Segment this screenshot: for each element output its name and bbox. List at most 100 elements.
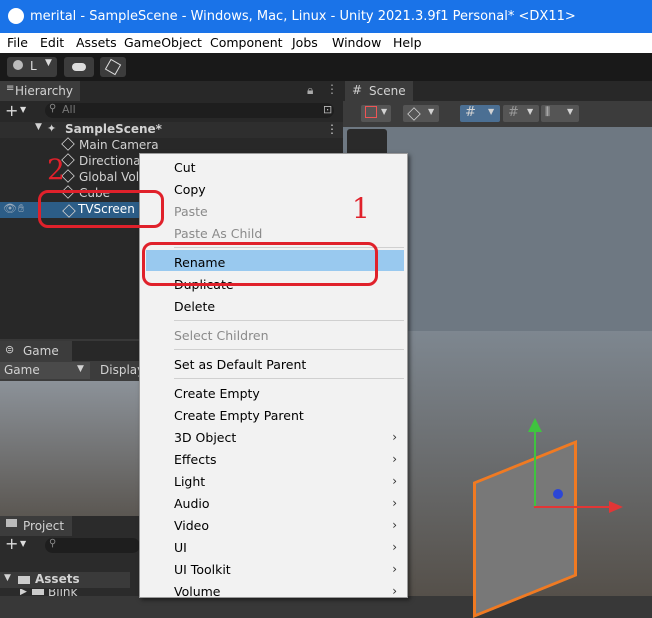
menu-item-ui[interactable]: UI [174, 540, 187, 555]
account-dropdown[interactable]: L ▼ [7, 57, 57, 77]
list-icon: ≡ [6, 83, 15, 94]
draw-mode-dropdown[interactable]: ▼ [361, 105, 391, 122]
tab-project[interactable]: Project [0, 516, 72, 536]
add-icon[interactable]: + [5, 534, 18, 553]
item-label: Main Camera [79, 138, 159, 152]
visibility-eye-icon[interactable]: 👁︎ [3, 202, 17, 215]
main-toolbar: L ▼ [0, 53, 652, 81]
unity-scene-icon: ✦ [47, 122, 57, 135]
menu-file[interactable]: File [7, 35, 28, 50]
pickable-hand-icon[interactable]: ✋︎ [18, 202, 24, 216]
chevron-down-icon: ▼ [567, 107, 574, 116]
menu-item-create-empty-parent[interactable]: Create Empty Parent [174, 408, 304, 423]
menu-item-3d-object[interactable]: 3D Object [174, 430, 236, 445]
menu-item-create-empty[interactable]: Create Empty [174, 386, 260, 401]
chevron-down-icon: ▼ [45, 58, 52, 68]
menu-item-paste-as-child: Paste As Child [174, 226, 263, 241]
game-view-select[interactable]: Game ▼ [0, 362, 90, 379]
submenu-arrow-icon: › [392, 430, 397, 444]
grid-icon: # [352, 83, 363, 97]
menu-gameobject[interactable]: GameObject [124, 35, 202, 50]
cube-icon [407, 107, 421, 121]
x-axis-gizmo[interactable] [534, 506, 614, 508]
menu-item-set-default-parent[interactable]: Set as Default Parent [174, 357, 306, 372]
menu-item-video[interactable]: Video [174, 518, 209, 533]
annotation-box-rename [142, 242, 378, 286]
menu-item-audio[interactable]: Audio [174, 496, 210, 511]
scene-toolbar: ▼ ▼ # ▼ # ▼ ⫼ ▼ [343, 101, 652, 127]
menu-item-light[interactable]: Light [174, 474, 205, 489]
tree-item-global-volume[interactable]: Global Volu [61, 169, 147, 186]
submenu-arrow-icon: › [392, 474, 397, 488]
game-select-label: Game [4, 363, 40, 377]
window-title: merital - SampleScene - Windows, Mac, Li… [30, 9, 576, 24]
expand-arrow-icon[interactable]: ▼ [35, 122, 42, 132]
menu-help[interactable]: Help [393, 35, 422, 50]
render-mode-dropdown[interactable]: ▼ [403, 105, 439, 122]
menu-component[interactable]: Component [210, 35, 283, 50]
cloud-button[interactable] [64, 57, 94, 77]
folder-blink[interactable]: ▶ Blink [20, 589, 130, 601]
expand-arrow-icon[interactable]: ▼ [4, 573, 11, 583]
submenu-arrow-icon: › [392, 518, 397, 532]
menu-separator [174, 349, 404, 350]
search-options-icon[interactable]: ⊡ [323, 103, 332, 116]
folder-label: Blink [48, 589, 78, 599]
tab-label: Project [23, 519, 65, 533]
tree-item-main-camera[interactable]: Main Camera [61, 137, 159, 154]
annotation-box-tvscreen [38, 190, 164, 228]
chevron-down-icon: ▼ [527, 107, 534, 116]
shading-icon [365, 106, 377, 118]
chevron-down-icon: ▼ [428, 107, 435, 116]
tab-scene[interactable]: # Scene [345, 81, 413, 101]
search-input[interactable]: ⚲ All [45, 103, 334, 118]
lock-icon[interactable]: 🔒︎ [307, 83, 313, 98]
project-panel: Project + ▼ ⚲ ▼ Assets ▶ Blink [0, 516, 140, 599]
kebab-menu-icon[interactable]: ⋮ [326, 122, 338, 136]
menu-edit[interactable]: Edit [40, 35, 64, 50]
display-label[interactable]: Display [100, 363, 144, 377]
menu-jobs[interactable]: Jobs [292, 35, 318, 50]
submenu-arrow-icon: › [392, 452, 397, 466]
collab-icon [104, 58, 122, 76]
chevron-down-icon[interactable]: ▼ [20, 105, 26, 114]
tree-item-directional[interactable]: Directional [61, 153, 144, 170]
y-axis-arrow-icon[interactable] [528, 418, 542, 432]
menu-separator [174, 378, 404, 379]
increment-snap-dropdown[interactable]: ⫼ ▼ [541, 105, 579, 122]
game-panel: ⊜ Game Game ▼ Display [0, 341, 144, 516]
menu-item-effects[interactable]: Effects [174, 452, 217, 467]
scene-row[interactable]: ▼ ✦ SampleScene* ⋮ [0, 122, 343, 138]
chevron-down-icon[interactable]: ▼ [20, 539, 26, 548]
z-axis-gizmo[interactable] [553, 489, 563, 499]
menu-item-volume[interactable]: Volume [174, 584, 221, 599]
y-axis-gizmo[interactable] [534, 426, 536, 506]
kebab-menu-icon[interactable]: ⋮ [326, 82, 338, 96]
x-axis-arrow-icon[interactable] [609, 501, 623, 513]
tab-game[interactable]: ⊜ Game [0, 341, 72, 361]
menu-window[interactable]: Window [332, 35, 381, 50]
search-icon: ⚲ [49, 103, 57, 114]
menu-assets[interactable]: Assets [76, 35, 117, 50]
game-tab-bar: ⊜ Game [0, 341, 140, 361]
menu-item-cut[interactable]: Cut [174, 160, 196, 175]
game-viewport[interactable] [0, 381, 140, 516]
item-label: Directional [79, 154, 144, 168]
menu-separator [174, 320, 404, 321]
collab-button[interactable] [100, 57, 126, 77]
project-search-input[interactable]: ⚲ [45, 538, 140, 553]
folder-label: Assets [35, 572, 80, 586]
menu-item-copy[interactable]: Copy [174, 182, 206, 197]
submenu-arrow-icon: › [392, 562, 397, 576]
submenu-arrow-icon: › [392, 496, 397, 510]
menu-item-delete[interactable]: Delete [174, 299, 215, 314]
folder-assets[interactable]: ▼ Assets [0, 572, 130, 588]
add-icon[interactable]: + [5, 101, 18, 120]
menu-bar: File Edit Assets GameObject Component Jo… [0, 33, 652, 53]
cloud-icon [72, 63, 86, 71]
tab-label: Scene [369, 84, 406, 98]
tab-hierarchy[interactable]: ≡ Hierarchy [0, 81, 80, 101]
snap-toggle[interactable]: # ▼ [460, 105, 500, 122]
grid-dropdown[interactable]: # ▼ [503, 105, 539, 122]
menu-item-ui-toolkit[interactable]: UI Toolkit [174, 562, 231, 577]
